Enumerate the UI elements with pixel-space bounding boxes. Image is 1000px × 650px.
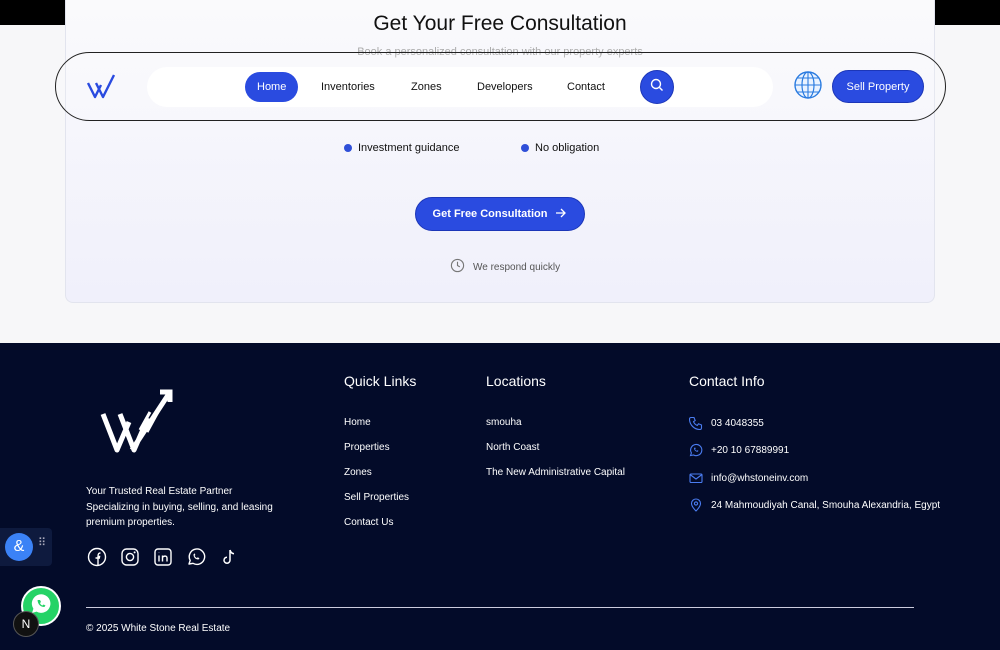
footer-link-contact-us[interactable]: Contact Us bbox=[344, 516, 409, 541]
email-text: info@whstoneinv.com bbox=[711, 472, 809, 484]
tagline-line: premium properties. bbox=[86, 517, 175, 528]
nav-link-inventories[interactable]: Inventories bbox=[309, 72, 387, 102]
cta-label: Get Free Consultation bbox=[432, 208, 548, 220]
linkedin-icon[interactable] bbox=[153, 547, 173, 567]
main-navbar: Home Inventories Zones Developers Contac… bbox=[55, 52, 946, 121]
nav-links-container: Home Inventories Zones Developers Contac… bbox=[147, 67, 773, 107]
respond-note: We respond quickly bbox=[450, 258, 560, 276]
logo-icon[interactable] bbox=[86, 73, 118, 101]
footer-link-home[interactable]: Home bbox=[344, 416, 409, 441]
clock-icon bbox=[450, 258, 465, 276]
quick-links-title: Quick Links bbox=[344, 373, 417, 389]
locations-list: smouha North Coast The New Administrativ… bbox=[486, 416, 625, 491]
footer: Your Trusted Real Estate Partner Special… bbox=[0, 343, 1000, 650]
drag-handle-icon[interactable]: ⠿ bbox=[38, 538, 47, 549]
address-text: 24 Mahmoudiyah Canal, Smouha Alexandria,… bbox=[711, 499, 941, 511]
location-link[interactable]: North Coast bbox=[486, 441, 625, 466]
location-link[interactable]: smouha bbox=[486, 416, 625, 441]
footer-logo-icon bbox=[100, 388, 176, 454]
footer-link-properties[interactable]: Properties bbox=[344, 441, 409, 466]
phone-text: 03 4048355 bbox=[711, 417, 764, 429]
social-links bbox=[87, 547, 239, 567]
respond-text: We respond quickly bbox=[473, 261, 561, 273]
nav-link-home[interactable]: Home bbox=[245, 72, 299, 102]
nav-link-zones[interactable]: Zones bbox=[399, 72, 454, 102]
contact-whatsapp[interactable]: +20 10 67889991 bbox=[689, 443, 789, 457]
nav-link-developers[interactable]: Developers bbox=[465, 72, 545, 102]
tagline-line: Your Trusted Real Estate Partner bbox=[86, 486, 233, 497]
copyright-text: © 2025 White Stone Real Estate bbox=[86, 623, 231, 634]
search-button[interactable] bbox=[640, 70, 674, 104]
footer-divider bbox=[86, 607, 914, 608]
sell-property-button[interactable]: Sell Property bbox=[832, 70, 924, 103]
search-icon bbox=[650, 78, 664, 97]
whatsapp-text: +20 10 67889991 bbox=[711, 444, 790, 456]
feature-label: No obligation bbox=[535, 142, 600, 154]
whatsapp-small-icon bbox=[689, 443, 703, 457]
location-link[interactable]: The New Administrative Capital bbox=[486, 466, 625, 491]
footer-link-sell-properties[interactable]: Sell Properties bbox=[344, 491, 409, 516]
feature-label: Investment guidance bbox=[358, 142, 460, 154]
footer-tagline: Your Trusted Real Estate Partner Special… bbox=[86, 484, 286, 531]
ampersand-icon[interactable]: & bbox=[5, 533, 33, 561]
whatsapp-icon[interactable] bbox=[186, 547, 206, 567]
tiktok-icon[interactable] bbox=[219, 547, 239, 567]
contact-info-title: Contact Info bbox=[689, 373, 765, 389]
bullet-dot bbox=[521, 144, 529, 152]
accessibility-widget[interactable]: & ⠿ bbox=[0, 528, 52, 566]
location-pin-icon bbox=[689, 498, 703, 512]
arrow-right-icon bbox=[555, 208, 567, 221]
feature-item: No obligation bbox=[521, 142, 599, 154]
facebook-icon[interactable] bbox=[87, 547, 107, 567]
quick-links-list: Home Properties Zones Sell Properties Co… bbox=[344, 416, 409, 541]
feature-item: Investment guidance bbox=[344, 142, 460, 154]
instagram-icon[interactable] bbox=[120, 547, 140, 567]
dev-tools-badge[interactable]: N bbox=[13, 611, 39, 637]
bullet-dot bbox=[344, 144, 352, 152]
consultation-title: Get Your Free Consultation bbox=[373, 12, 627, 35]
contact-email[interactable]: info@whstoneinv.com bbox=[689, 471, 808, 485]
mail-icon bbox=[689, 471, 703, 485]
get-free-consultation-button[interactable]: Get Free Consultation bbox=[415, 197, 585, 231]
contact-phone[interactable]: 03 4048355 bbox=[689, 416, 764, 430]
contact-address[interactable]: 24 Mahmoudiyah Canal, Smouha Alexandria,… bbox=[689, 498, 940, 512]
footer-link-zones[interactable]: Zones bbox=[344, 466, 409, 491]
phone-icon bbox=[689, 416, 703, 430]
tagline-line: Specializing in buying, selling, and lea… bbox=[86, 501, 273, 513]
nav-link-contact[interactable]: Contact bbox=[555, 72, 617, 102]
globe-icon[interactable] bbox=[793, 70, 823, 100]
locations-title: Locations bbox=[486, 373, 546, 389]
